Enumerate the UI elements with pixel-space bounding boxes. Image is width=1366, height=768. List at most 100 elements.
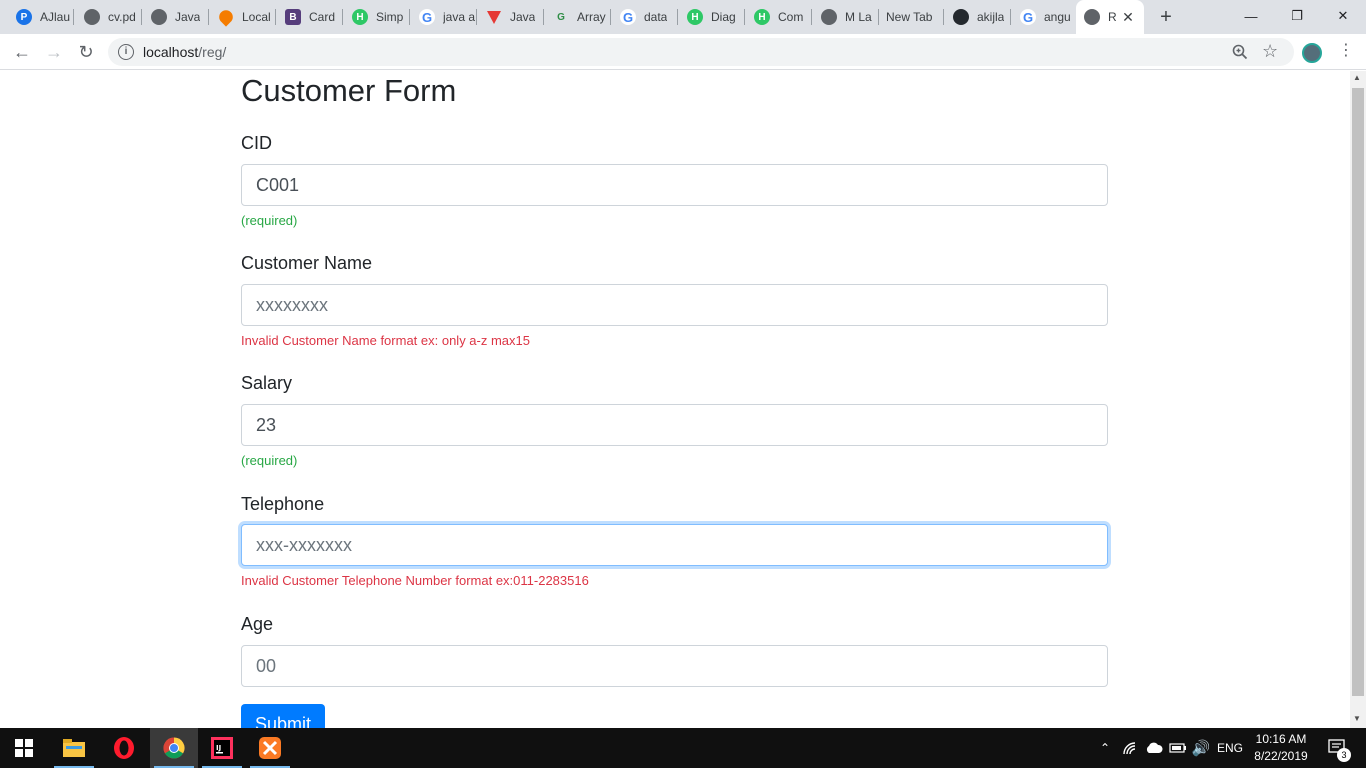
tab-title: Java <box>510 10 536 24</box>
telephone-label: Telephone <box>241 494 325 514</box>
profile-avatar[interactable] <box>1302 43 1322 63</box>
browser-tab[interactable]: Java <box>143 0 209 34</box>
browser-tab[interactable]: cv.pd <box>76 0 142 34</box>
geeksforgeeks-icon: G <box>557 11 565 23</box>
action-center-notification-icon[interactable]: 3 <box>1318 728 1358 768</box>
scroll-down-arrow-icon[interactable]: ▼ <box>1353 714 1361 723</box>
minimize-button[interactable]: — <box>1228 0 1274 32</box>
close-tab-icon[interactable]: ✕ <box>1120 9 1136 25</box>
browser-tab[interactable]: H Diag <box>679 0 745 34</box>
tab-separator <box>342 9 343 25</box>
browser-tab[interactable]: Gangu <box>1012 0 1078 34</box>
tab-title: Local <box>242 10 271 24</box>
google-icon: G <box>419 9 435 25</box>
zoom-icon[interactable] <box>1232 44 1248 60</box>
tab-separator <box>677 9 678 25</box>
intellij-idea-icon[interactable]: IJ <box>198 728 246 768</box>
url-host: localhost <box>143 44 199 60</box>
globe-icon <box>821 9 837 25</box>
browser-tab[interactable]: Gdata <box>612 0 678 34</box>
customer-name-label: Customer Name <box>241 253 373 273</box>
cid-hint: (required) <box>241 213 298 228</box>
google-icon: G <box>1020 9 1036 25</box>
submit-button[interactable]: Submit <box>241 704 326 728</box>
globe-icon <box>151 9 167 25</box>
xampp-icon[interactable] <box>246 728 294 768</box>
cid-input[interactable] <box>241 164 1108 206</box>
show-hidden-icons-chevron-icon[interactable]: ⌃ <box>1096 728 1114 768</box>
browser-tab[interactable]: akijla <box>945 0 1011 34</box>
tab-separator <box>811 9 812 25</box>
browser-tab[interactable]: P AJlau <box>8 0 74 34</box>
tab-separator <box>476 9 477 25</box>
browser-tab[interactable]: New Tab <box>878 0 944 34</box>
tab-title: Simp <box>376 10 404 24</box>
back-arrow-icon[interactable]: ← <box>8 38 36 66</box>
opera-browser-icon[interactable] <box>100 728 148 768</box>
salary-input[interactable] <box>241 404 1108 446</box>
network-wifi-icon[interactable] <box>1120 728 1140 768</box>
tab-separator <box>141 9 142 25</box>
globe-icon <box>1084 9 1100 25</box>
vue-like-icon <box>486 9 502 25</box>
browser-tab[interactable]: Java <box>478 0 544 34</box>
windows-taskbar: IJ ⌃ 🔊 ENG 10:16 AM 8/22/2019 3 <box>0 728 1366 768</box>
tab-title: Diag <box>711 10 736 24</box>
browser-toolbar: ← → ↻ i localhost/reg/ ☆ ⋮ <box>0 34 1366 70</box>
telephone-input[interactable] <box>241 524 1108 566</box>
tab-title: AJlau <box>40 10 71 24</box>
info-icon[interactable]: i <box>118 44 134 60</box>
tab-separator <box>744 9 745 25</box>
bookmark-star-icon[interactable]: ☆ <box>1262 41 1278 62</box>
forward-arrow-icon[interactable]: → <box>40 38 68 66</box>
age-label: Age <box>241 614 274 634</box>
tab-title: data <box>644 10 668 24</box>
tab-title: akijla <box>977 10 1005 24</box>
hackerrank-icon: H <box>352 9 368 25</box>
close-window-button[interactable]: ✕ <box>1320 0 1366 32</box>
new-tab-button[interactable]: + <box>1154 5 1178 29</box>
google-icon: G <box>620 9 636 25</box>
volume-speaker-icon[interactable]: 🔊 <box>1190 728 1212 768</box>
address-bar[interactable]: i localhost/reg/ ☆ <box>108 38 1294 66</box>
language-indicator[interactable]: ENG <box>1214 728 1246 768</box>
battery-icon[interactable] <box>1167 728 1189 768</box>
file-explorer-icon[interactable] <box>50 728 98 768</box>
age-input[interactable] <box>241 645 1108 687</box>
tab-separator <box>543 9 544 25</box>
reload-icon[interactable]: ↻ <box>72 38 100 66</box>
browser-tab[interactable]: H Simp <box>344 0 410 34</box>
browser-tab[interactable]: Gjava a <box>411 0 477 34</box>
maximize-button[interactable]: ❐ <box>1274 0 1320 32</box>
cid-label: CID <box>241 133 272 153</box>
taskbar-clock[interactable]: 10:16 AM 8/22/2019 <box>1248 731 1314 765</box>
telephone-error: Invalid Customer Telephone Number format… <box>241 573 589 588</box>
notification-count-badge: 3 <box>1337 748 1351 762</box>
windows-start-icon[interactable] <box>0 728 48 768</box>
hackerrank-icon: H <box>754 9 770 25</box>
browser-tab[interactable]: Local <box>210 0 276 34</box>
chrome-browser-icon[interactable] <box>150 728 198 768</box>
customer-name-input[interactable] <box>241 284 1108 326</box>
tab-separator <box>73 9 74 25</box>
onedrive-cloud-icon[interactable] <box>1143 728 1165 768</box>
browser-tab[interactable]: B Card <box>277 0 343 34</box>
clock-time: 10:16 AM <box>1255 732 1307 746</box>
scroll-up-arrow-icon[interactable]: ▲ <box>1353 73 1361 82</box>
browser-tab[interactable]: H Com <box>746 0 812 34</box>
tab-separator <box>409 9 410 25</box>
customer-name-error: Invalid Customer Name format ex: only a-… <box>241 333 530 348</box>
salary-hint: (required) <box>241 453 298 468</box>
url-text[interactable]: localhost/reg/ <box>143 44 226 60</box>
menu-kebab-icon[interactable]: ⋮ <box>1338 41 1354 61</box>
tab-title: New Tab <box>886 10 933 24</box>
browser-tab[interactable]: M La <box>813 0 879 34</box>
browser-tab[interactable]: G Array <box>545 0 611 34</box>
tab-title: Array <box>577 10 606 24</box>
scrollbar-thumb[interactable] <box>1352 88 1364 696</box>
tab-title: cv.pd <box>108 10 136 24</box>
tab-title: Java <box>175 10 201 24</box>
tab-separator <box>208 9 209 25</box>
browser-tab[interactable]: R ✕ <box>1076 0 1144 34</box>
page-title: Customer Form <box>241 73 457 108</box>
